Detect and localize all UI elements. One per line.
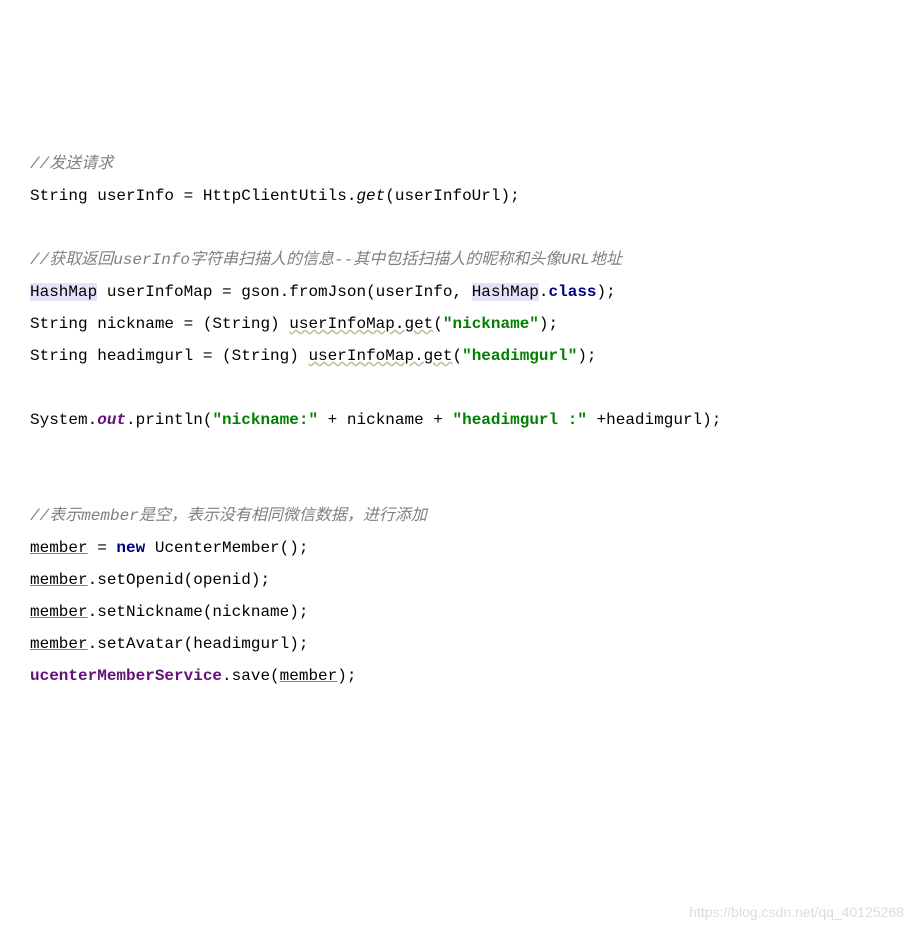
code-line-2: String userInfo = HttpClientUtils.get(us… — [30, 180, 889, 212]
highlighted-type: HashMap — [30, 283, 97, 301]
code-line-10: member.setOpenid(openid); — [30, 564, 889, 596]
code-line-9: member = new UcenterMember(); — [30, 532, 889, 564]
comment-text: //获取返回userInfo字符串扫描人的信息--其中包括扫描人的昵称和头像UR… — [30, 251, 622, 269]
code-line-13: ucenterMemberService.save(member); — [30, 660, 889, 692]
comment-text: //表示member是空，表示没有相同微信数据，进行添加 — [30, 507, 427, 525]
highlighted-type: HashMap — [472, 283, 539, 301]
code-line-3: //获取返回userInfo字符串扫描人的信息--其中包括扫描人的昵称和头像UR… — [30, 244, 889, 276]
blank-line — [30, 468, 889, 500]
code-line-6: String headimgurl = (String) userInfoMap… — [30, 340, 889, 372]
code-line-7: System.out.println("nickname:" + nicknam… — [30, 404, 889, 436]
code-line-11: member.setNickname(nickname); — [30, 596, 889, 628]
blank-line — [30, 212, 889, 244]
comment-text: //发送请求 — [30, 155, 113, 173]
code-line-1: //发送请求 — [30, 148, 889, 180]
blank-line — [30, 436, 889, 468]
watermark-text: https://blog.csdn.net/qq_40125268 — [689, 898, 904, 926]
code-line-5: String nickname = (String) userInfoMap.g… — [30, 308, 889, 340]
blank-line — [30, 372, 889, 404]
code-line-12: member.setAvatar(headimgurl); — [30, 628, 889, 660]
code-line-8: //表示member是空，表示没有相同微信数据，进行添加 — [30, 500, 889, 532]
code-block: //发送请求 String userInfo = HttpClientUtils.… — [30, 148, 889, 692]
code-line-4: HashMap userInfoMap = gson.fromJson(user… — [30, 276, 889, 308]
